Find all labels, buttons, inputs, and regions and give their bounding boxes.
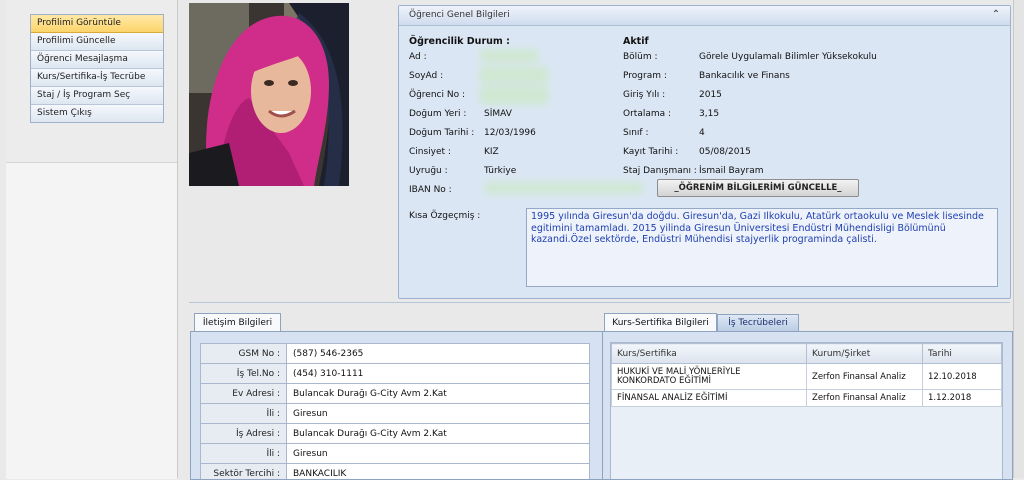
column-header-course[interactable]: Kurs/Sertifika <box>612 344 807 364</box>
nationality-label: Uyruğu : <box>409 166 448 176</box>
table-row: İli :Giresun <box>201 404 590 424</box>
entry-year-label: Giriş Yılı : <box>623 90 665 100</box>
class-label: Sınıf : <box>623 128 648 138</box>
contact-label: İş Adresi : <box>201 424 287 444</box>
table-row[interactable]: FİNANSAL ANALİZ EĞİTİMİ Zerfon Finansal … <box>612 390 1002 407</box>
general-info-header: Öğrenci Genel Bilgileri ⌃ <box>399 6 1010 26</box>
contact-value: (587) 546-2365 <box>287 344 590 364</box>
gpa-label: Ortalama : <box>623 109 671 119</box>
contact-label: İş Tel.No : <box>201 364 287 384</box>
program-value: Bankacılık ve Finans <box>699 71 790 81</box>
registration-date-value: 05/08/2015 <box>699 147 751 157</box>
menu-item-internship-select[interactable]: Staj / İş Program Seç <box>31 87 163 105</box>
contact-table: GSM No :(587) 546-2365 İş Tel.No :(454) … <box>200 343 590 480</box>
gender-label: Cinsiyet : <box>409 147 451 157</box>
entry-year-value: 2015 <box>699 90 722 100</box>
contact-label: GSM No : <box>201 344 287 364</box>
menu-item-course-experience[interactable]: Kurs/Sertifika-İş Tecrübe <box>31 69 163 87</box>
table-row: İş Adresi :Bulancak Durağı G-City Avm 2.… <box>201 424 590 444</box>
course-date: 12.10.2018 <box>923 364 1002 390</box>
status-label: Öğrencilik Durum : <box>409 36 510 47</box>
menu-item-profile-view[interactable]: Profilimi Görüntüle <box>31 15 163 33</box>
student-photo <box>189 3 349 186</box>
table-row: İli :Giresun <box>201 444 590 464</box>
general-info-title: Öğrenci Genel Bilgileri <box>409 10 510 20</box>
menu-item-messaging[interactable]: Öğrenci Mesajlaşma <box>31 51 163 69</box>
section-divider <box>189 302 1010 303</box>
column-header-date[interactable]: Tarihi <box>923 344 1002 364</box>
tab-course-certificates[interactable]: Kurs-Sertifika Bilgileri <box>604 313 717 332</box>
gender-value: KIZ <box>484 147 499 157</box>
contact-label: İli : <box>201 444 287 464</box>
birthplace-value: SİMAV <box>484 109 512 119</box>
nationality-value: Türkiye <box>484 166 516 176</box>
contact-value: (454) 310-1111 <box>287 364 590 384</box>
contact-label: İli : <box>201 404 287 424</box>
side-menu: Profilimi Görüntüle Profilimi Güncelle Ö… <box>30 14 164 123</box>
birthdate-label: Doğum Tarihi : <box>409 128 474 138</box>
table-row[interactable]: HUKUKİ VE MALİ YÖNLERİYLE KONKORDATO EĞİ… <box>612 364 1002 390</box>
menu-item-logout[interactable]: Sistem Çıkış <box>31 105 163 122</box>
column-header-company[interactable]: Kurum/Şirket <box>807 344 923 364</box>
update-education-button[interactable]: _ÖĞRENİM BİLGİLERİMİ GÜNCELLE_ <box>657 179 859 197</box>
surname-label: SoyAd : <box>409 71 443 81</box>
redacted-student-no <box>479 85 549 105</box>
course-name: HUKUKİ VE MALİ YÖNLERİYLE KONKORDATO EĞİ… <box>612 364 807 390</box>
iban-label: IBAN No : <box>409 185 452 195</box>
course-name: FİNANSAL ANALİZ EĞİTİMİ <box>612 390 807 407</box>
student-no-label: Öğrenci No : <box>409 90 465 100</box>
course-table: Kurs/Sertifika Kurum/Şirket Tarihi HUKUK… <box>611 343 1002 407</box>
name-label: Ad : <box>409 52 427 62</box>
status-value: Aktif <box>623 36 649 47</box>
contact-value: Giresun <box>287 444 590 464</box>
contact-panel: GSM No :(587) 546-2365 İş Tel.No :(454) … <box>190 331 603 480</box>
course-date: 1.12.2018 <box>923 390 1002 407</box>
advisor-value: İsmail Bayram <box>699 166 764 176</box>
birthdate-value: 12/03/1996 <box>484 128 536 138</box>
contact-value: Giresun <box>287 404 590 424</box>
table-row: İş Tel.No :(454) 310-1111 <box>201 364 590 384</box>
department-label: Bölüm : <box>623 52 658 62</box>
general-info-panel: Öğrenci Genel Bilgileri ⌃ Öğrencilik Dur… <box>398 5 1011 299</box>
gpa-value: 3,15 <box>699 109 719 119</box>
left-panel-lower <box>6 162 177 479</box>
contact-label: Ev Adresi : <box>201 384 287 404</box>
redacted-name <box>479 49 539 63</box>
menu-item-profile-update[interactable]: Profilimi Güncelle <box>31 33 163 51</box>
advisor-label: Staj Danışmanı : <box>623 166 697 176</box>
department-value: Görele Uygulamalı Bilimler Yüksekokulu <box>699 52 877 62</box>
course-company: Zerfon Finansal Analiz <box>807 390 923 407</box>
table-row: Ev Adresi :Bulancak Durağı G-City Avm 2.… <box>201 384 590 404</box>
contact-value: Bulancak Durağı G-City Avm 2.Kat <box>287 424 590 444</box>
contact-value: Bulancak Durağı G-City Avm 2.Kat <box>287 384 590 404</box>
course-grid: Kurs/Sertifika Kurum/Şirket Tarihi HUKUK… <box>610 342 1003 480</box>
class-value: 4 <box>699 128 705 138</box>
redacted-surname <box>479 66 549 84</box>
redacted-iban <box>484 182 644 194</box>
table-header-row: Kurs/Sertifika Kurum/Şirket Tarihi <box>612 344 1002 364</box>
page-scrollbar[interactable] <box>1013 0 1024 478</box>
course-company: Zerfon Finansal Analiz <box>807 364 923 390</box>
bio-label: Kısa Özgeçmiş : <box>409 211 480 221</box>
program-label: Program : <box>623 71 667 81</box>
tab-contact-info[interactable]: İletişim Bilgileri <box>194 313 281 332</box>
birthplace-label: Doğum Yeri : <box>409 109 466 119</box>
bio-textarea[interactable]: 1995 yılında Giresun'da doğdu. Giresun'd… <box>526 208 998 287</box>
registration-date-label: Kayıt Tarihi : <box>623 147 678 157</box>
chevron-up-icon[interactable]: ⌃ <box>990 9 1002 21</box>
table-row: GSM No :(587) 546-2365 <box>201 344 590 364</box>
course-panel: Kurs/Sertifika Kurum/Şirket Tarihi HUKUK… <box>602 331 1013 480</box>
